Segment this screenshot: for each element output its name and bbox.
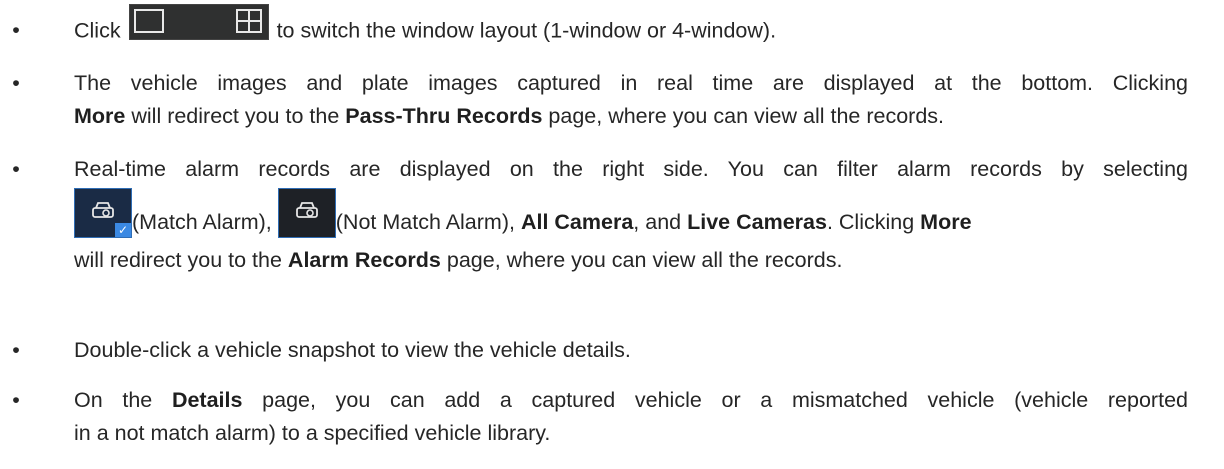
- item-text: Double-click a vehicle snapshot to view …: [74, 338, 631, 362]
- item-text: page, you can add a captured vehicle or …: [262, 388, 1188, 412]
- item-text: will redirect you to the: [74, 248, 282, 272]
- item-line: ✓ (Match Alarm), (Not Match Alarm), All …: [74, 188, 1188, 250]
- item-line: On the Details page, you can add a captu…: [74, 384, 1188, 417]
- emphasis-page-name: Alarm Records: [287, 248, 441, 272]
- emphasis-page-name: Pass-Thru Records: [345, 104, 543, 128]
- item-text: page, where you can view all the records…: [548, 104, 944, 128]
- item-text: in a not match alarm) to a specified veh…: [74, 421, 551, 445]
- list-item: • On the Details page, you can add a cap…: [12, 384, 1188, 450]
- item-line: More will redirect you to the Pass-Thru …: [74, 100, 1188, 133]
- emphasis-all-camera: All Camera: [520, 210, 634, 234]
- item-text: page, where you can view all the records…: [446, 248, 843, 272]
- check-icon: ✓: [115, 223, 131, 238]
- item-text: (Not Match Alarm),: [335, 210, 515, 234]
- emphasis-details: Details: [171, 388, 243, 412]
- item-text: , and: [633, 210, 682, 234]
- list-item: • Click to switch the window layout (1-w…: [12, 4, 1188, 50]
- not-match-alarm-icon: [277, 188, 336, 239]
- bullet: •: [12, 71, 20, 95]
- bullet: •: [12, 157, 20, 181]
- item-text: The vehicle images and plate images capt…: [74, 71, 1188, 95]
- document: • Click to switch the window layout (1-w…: [0, 0, 1224, 469]
- single-window-layout-icon: [133, 9, 164, 33]
- emphasis-live-cameras: Live Cameras: [687, 210, 827, 234]
- list-item: • The vehicle images and plate images ca…: [12, 67, 1188, 133]
- match-alarm-icon: ✓: [74, 188, 132, 239]
- item-text: Real-time alarm records are displayed on…: [74, 157, 1188, 181]
- item-text: Click: [74, 18, 121, 43]
- window-layout-switch: [128, 4, 269, 40]
- item-text: to switch the window layout (1-window or…: [276, 18, 777, 43]
- car-icon: [92, 202, 114, 219]
- bullet: •: [12, 338, 20, 362]
- item-text: On the: [74, 388, 153, 412]
- item-text: . Clicking: [826, 210, 915, 234]
- item-text: will redirect you to the: [131, 104, 340, 128]
- bullet: •: [12, 388, 20, 412]
- emphasis-more: More: [920, 210, 972, 234]
- bullet: •: [12, 18, 20, 42]
- item-line: The vehicle images and plate images capt…: [74, 67, 1188, 100]
- list-item: • Double-click a vehicle snapshot to vie…: [12, 334, 1188, 367]
- item-line: will redirect you to the Alarm Records p…: [74, 244, 1188, 277]
- car-icon: [295, 202, 318, 219]
- list-item: • Real-time alarm records are displayed …: [12, 153, 1188, 277]
- four-window-layout-icon: [235, 9, 262, 33]
- emphasis-more: More: [74, 104, 126, 128]
- item-text: (Match Alarm),: [132, 210, 272, 234]
- item-line: Real-time alarm records are displayed on…: [74, 153, 1188, 186]
- item-line: in a not match alarm) to a specified veh…: [74, 417, 1188, 450]
